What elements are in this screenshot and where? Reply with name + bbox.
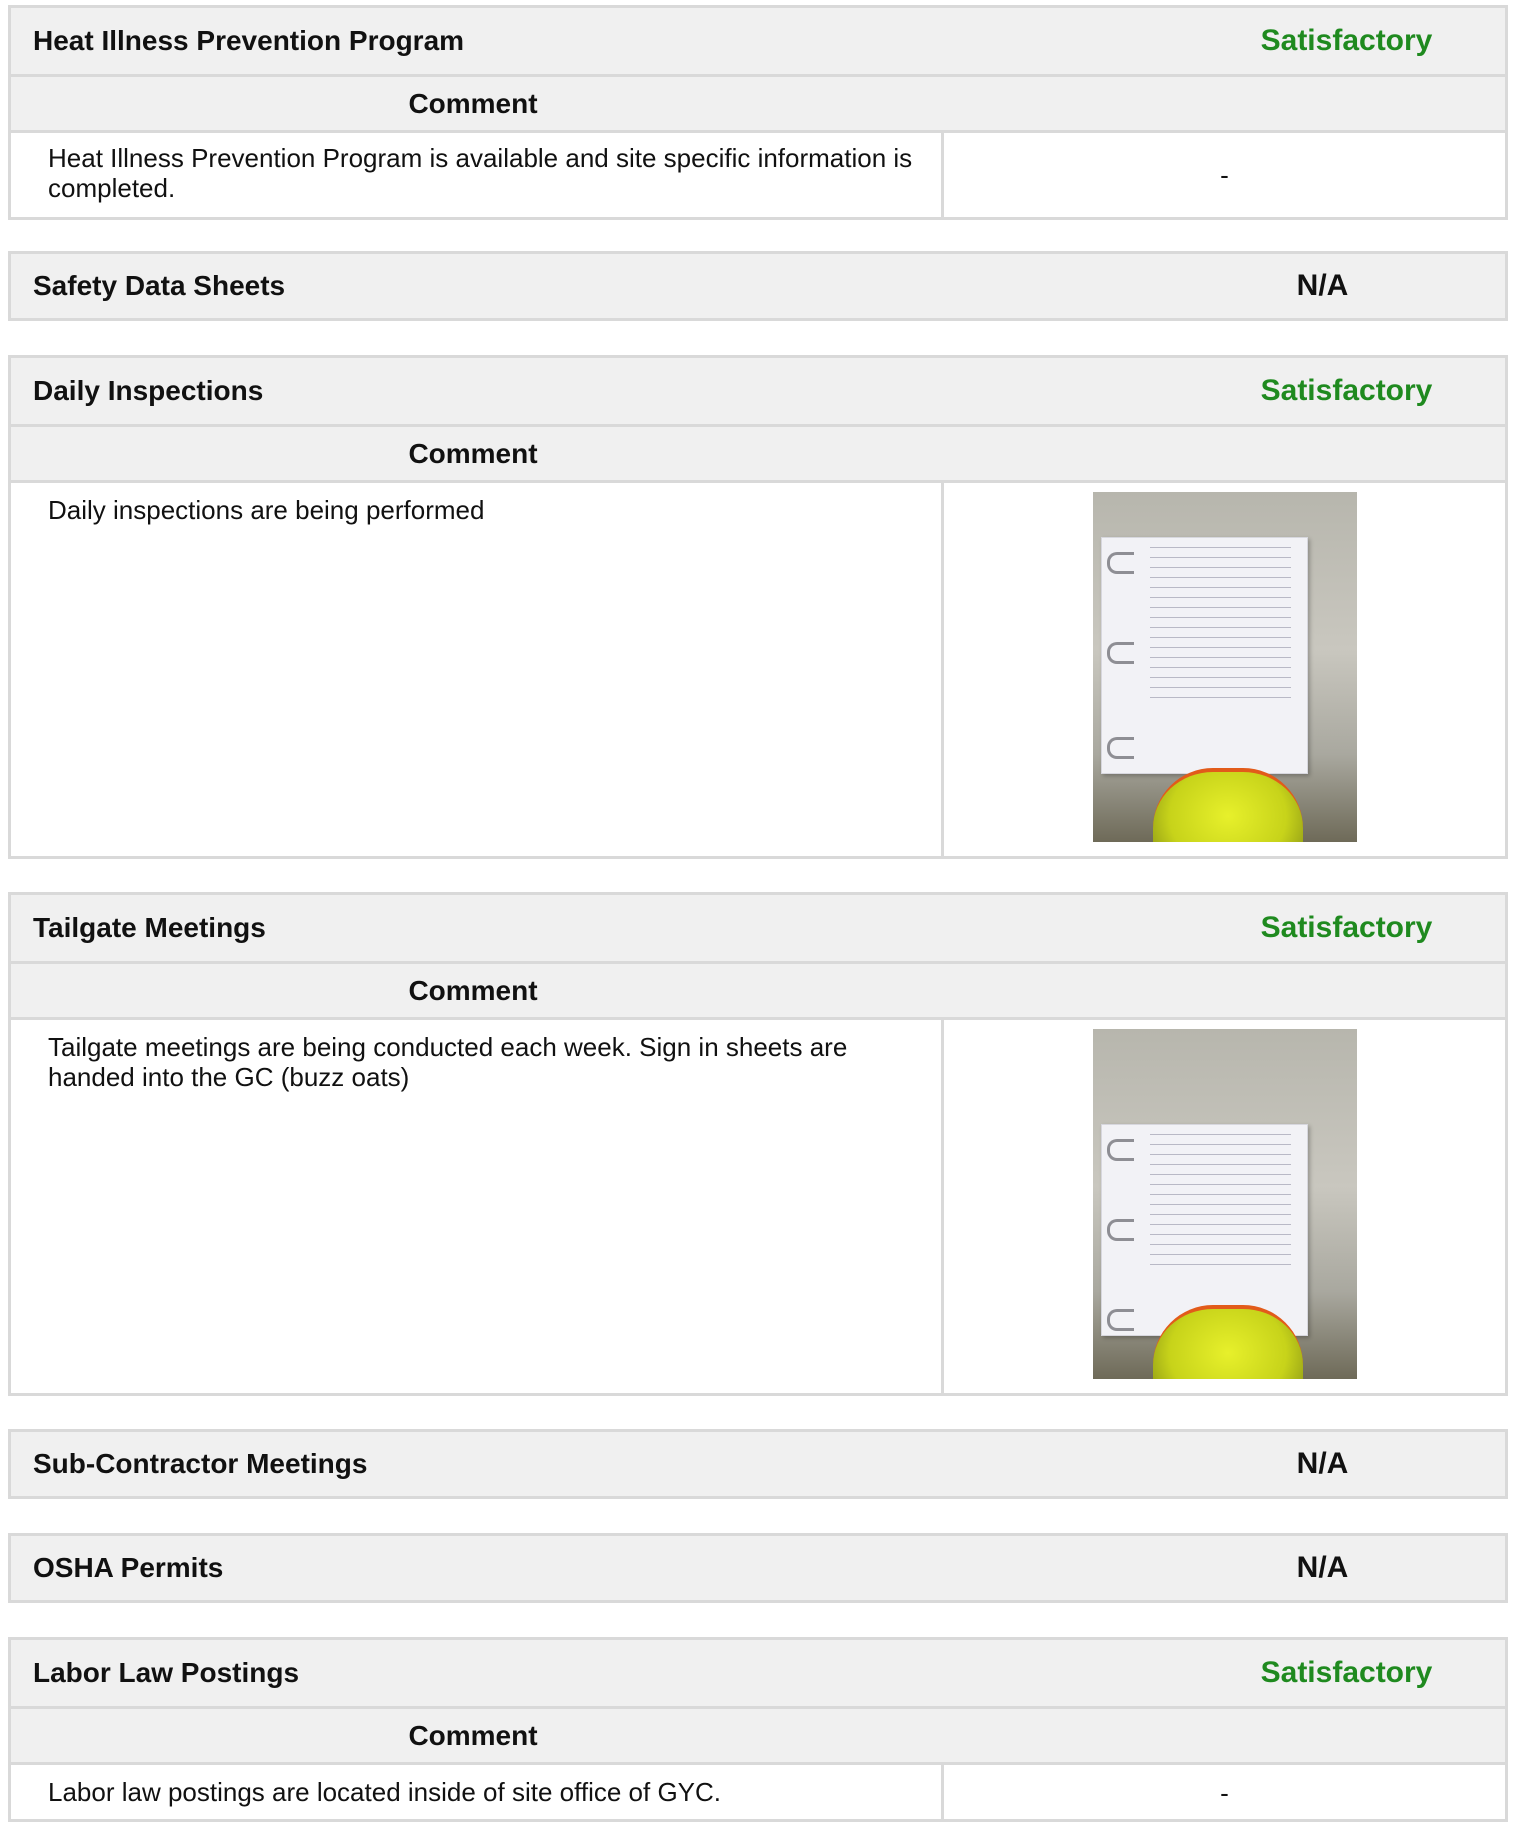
comment-media: [944, 483, 1505, 856]
comment-media: -: [944, 1765, 1505, 1822]
comment-header-label: Comment: [408, 438, 538, 469]
section-title: Daily Inspections: [33, 375, 264, 406]
status-badge: N/A: [1296, 1551, 1349, 1584]
section-title: OSHA Permits: [33, 1552, 224, 1583]
section-labor-law-postings: Labor Law Postings Satisfactory Comment …: [8, 1637, 1508, 1822]
section-title: Labor Law Postings: [33, 1657, 300, 1688]
comment-header-label: Comment: [408, 88, 538, 119]
section-title: Heat Illness Prevention Program: [33, 25, 465, 56]
status-badge: N/A: [1296, 269, 1349, 302]
comment-header-label: Comment: [408, 1720, 538, 1751]
status-badge: Satisfactory: [1260, 911, 1433, 944]
section-title: Sub-Contractor Meetings: [33, 1448, 368, 1479]
section-header: Daily Inspections Satisfactory: [11, 358, 1505, 424]
section-header: Labor Law Postings Satisfactory: [11, 1640, 1505, 1706]
comment-header: Comment: [11, 424, 1505, 480]
media-placeholder: -: [1220, 159, 1229, 190]
section-header: Sub-Contractor Meetings N/A: [11, 1432, 1505, 1496]
section-sub-contractor-meetings: Sub-Contractor Meetings N/A: [8, 1429, 1508, 1499]
comment-header: Comment: [11, 74, 1505, 130]
section-header: Safety Data Sheets N/A: [11, 254, 1505, 318]
comment-row: Daily inspections are being performed: [11, 480, 1505, 856]
comment-text: Tailgate meetings are being conducted ea…: [11, 1020, 944, 1393]
section-tailgate-meetings: Tailgate Meetings Satisfactory Comment T…: [8, 892, 1508, 1396]
comment-text: Daily inspections are being performed: [11, 483, 944, 856]
status-badge: N/A: [1296, 1447, 1349, 1480]
status-badge: Satisfactory: [1260, 24, 1433, 57]
comment-text: Labor law postings are located inside of…: [11, 1765, 944, 1822]
comment-text: Heat Illness Prevention Program is avail…: [11, 133, 944, 217]
section-daily-inspections: Daily Inspections Satisfactory Comment D…: [8, 355, 1508, 859]
section-title: Safety Data Sheets: [33, 270, 286, 301]
comment-header: Comment: [11, 1706, 1505, 1762]
comment-row: Heat Illness Prevention Program is avail…: [11, 130, 1505, 217]
comment-row: Tailgate meetings are being conducted ea…: [11, 1017, 1505, 1393]
status-badge: Satisfactory: [1260, 1656, 1433, 1689]
section-header: Heat Illness Prevention Program Satisfac…: [11, 8, 1505, 74]
section-header: OSHA Permits N/A: [11, 1536, 1505, 1600]
section-osha-permits: OSHA Permits N/A: [8, 1533, 1508, 1603]
comment-media: [944, 1020, 1505, 1393]
section-heat-illness: Heat Illness Prevention Program Satisfac…: [8, 5, 1508, 220]
comment-media: -: [944, 133, 1505, 217]
section-safety-data-sheets: Safety Data Sheets N/A: [8, 251, 1508, 321]
status-badge: Satisfactory: [1260, 374, 1433, 407]
comment-header: Comment: [11, 961, 1505, 1017]
section-header: Tailgate Meetings Satisfactory: [11, 895, 1505, 961]
sign-in-sheet-photo[interactable]: [1092, 1029, 1357, 1379]
section-title: Tailgate Meetings: [33, 912, 266, 943]
media-placeholder: -: [1220, 1778, 1229, 1808]
inspection-photo[interactable]: [1092, 492, 1357, 842]
hard-hat: [1152, 768, 1303, 842]
comment-header-label: Comment: [408, 975, 538, 1006]
comment-row: Labor law postings are located inside of…: [11, 1762, 1505, 1822]
